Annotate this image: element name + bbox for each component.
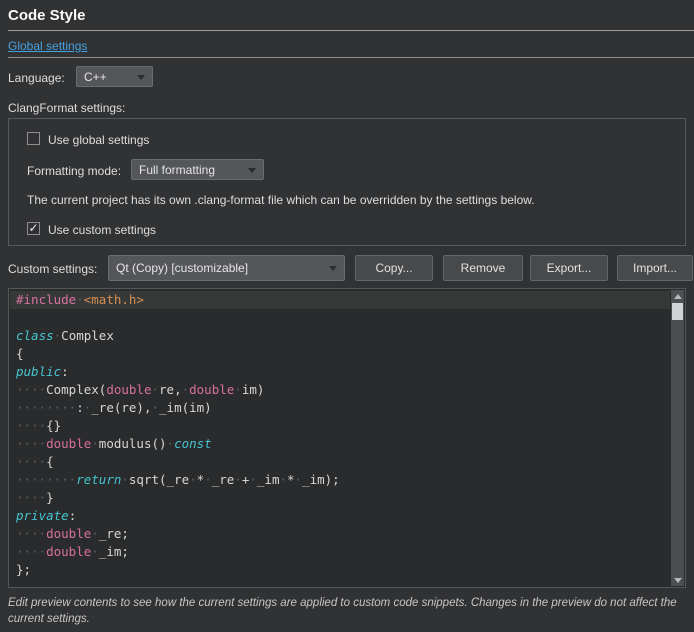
code-editor-content[interactable]: #include·<math.h>class·Complex{public:··… [10,291,670,586]
chevron-down-icon [137,75,145,80]
custom-settings-label: Custom settings: [8,262,97,276]
language-select[interactable]: C++ [76,66,153,87]
arrow-down-icon [674,578,682,583]
code-line: public: [10,363,670,381]
code-line: ····} [10,489,670,507]
chevron-down-icon [248,168,256,173]
use-custom-settings-label: Use custom settings [48,223,156,237]
vertical-scrollbar[interactable] [671,290,684,586]
title-separator [8,30,694,31]
code-line: ········return·sqrt(_re·*·_re·+·_im·*·_i… [10,471,670,489]
clangformat-settings-label: ClangFormat settings: [8,101,125,115]
scrollbar-thumb[interactable] [672,303,683,320]
global-settings-link[interactable]: Global settings [8,39,87,53]
code-line: ····double·_re; [10,525,670,543]
preview-hint-text: Edit preview contents to see how the cur… [8,595,684,627]
code-preview-editor[interactable]: #include·<math.h>class·Complex{public:··… [8,288,686,588]
link-separator [8,57,694,58]
code-line: ····{} [10,417,670,435]
copy-button[interactable]: Copy... [355,255,433,281]
code-line: { [10,345,670,363]
clangformat-groupbox: Use global settings Formatting mode: Ful… [8,118,686,246]
code-line: ····double·_im; [10,543,670,561]
code-line: private: [10,507,670,525]
language-select-value: C++ [84,70,107,84]
code-line: #include·<math.h> [10,291,670,309]
use-custom-settings-checkbox[interactable] [27,222,40,235]
export-button[interactable]: Export... [530,255,608,281]
chevron-down-icon [329,266,337,271]
use-global-settings-label: Use global settings [48,133,149,147]
formatting-mode-select[interactable]: Full formatting [131,159,264,180]
arrow-up-icon [674,294,682,299]
custom-settings-select-value: Qt (Copy) [customizable] [116,261,248,275]
code-line: class·Complex [10,327,670,345]
code-line: ····double·modulus()·const [10,435,670,453]
formatting-mode-label: Formatting mode: [27,164,121,178]
remove-button[interactable]: Remove [443,255,523,281]
use-global-settings-checkbox[interactable] [27,132,40,145]
language-label: Language: [8,71,65,85]
formatting-mode-select-value: Full formatting [139,163,215,177]
code-line [10,309,670,327]
page-title: Code Style [8,7,86,24]
clang-format-file-note: The current project has its own .clang-f… [27,193,535,207]
code-line: ········:·_re(re),·_im(im) [10,399,670,417]
code-line: ····Complex(double·re,·double·im) [10,381,670,399]
custom-settings-select[interactable]: Qt (Copy) [customizable] [108,255,345,281]
scroll-down-button[interactable] [671,574,684,586]
import-button[interactable]: Import... [617,255,693,281]
code-line: ····{ [10,453,670,471]
scroll-up-button[interactable] [671,290,684,302]
code-line: }; [10,561,670,579]
